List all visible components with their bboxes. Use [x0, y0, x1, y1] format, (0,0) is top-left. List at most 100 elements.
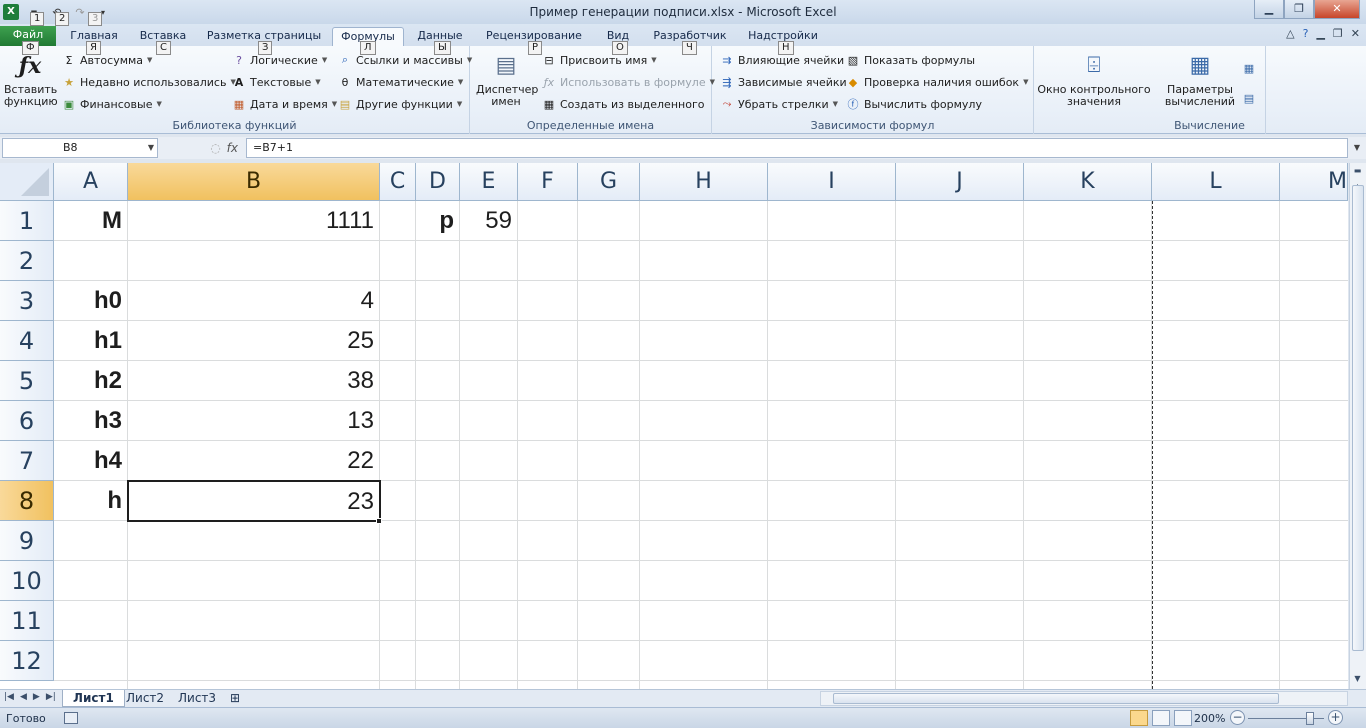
zoom-out-button[interactable]: − — [1230, 710, 1245, 725]
last-sheet-icon[interactable]: ▶| — [46, 692, 56, 702]
vertical-scroll-thumb[interactable] — [1352, 185, 1364, 651]
cell-e1[interactable]: 59 — [460, 201, 518, 241]
formula-input[interactable]: =B7+1 — [246, 138, 1348, 158]
horizontal-scroll-thumb[interactable] — [833, 693, 1279, 704]
doc-minimize-icon[interactable]: ▁ — [1316, 27, 1324, 40]
cell-b3[interactable]: 4 — [128, 281, 380, 321]
more-functions-button[interactable]: ▤ Другие функции ▼ — [338, 94, 462, 114]
cell-a7[interactable]: h4 — [54, 441, 128, 481]
zoom-slider-thumb[interactable] — [1306, 712, 1314, 725]
column-header-e[interactable]: E — [460, 163, 518, 201]
next-sheet-icon[interactable]: ▶ — [33, 692, 40, 702]
error-checking-button[interactable]: ◆ Проверка наличия ошибок ▼ — [846, 72, 1029, 92]
fx-button[interactable]: fx — [227, 141, 238, 155]
calculate-sheet-button[interactable]: ▤ — [1242, 88, 1256, 108]
recent-functions-button[interactable]: ★ Недавно использовались ▼ — [62, 72, 236, 92]
cell-b8-active[interactable]: 23 — [127, 480, 381, 522]
row-header-11[interactable]: 11 — [0, 601, 54, 641]
maximize-button[interactable]: ❐ — [1284, 0, 1314, 19]
row-header-2[interactable]: 2 — [0, 241, 54, 281]
cell-b5[interactable]: 38 — [128, 361, 380, 401]
remove-arrows-button[interactable]: ⤳ Убрать стрелки ▼ — [720, 94, 838, 114]
column-header-a[interactable]: A — [54, 163, 128, 201]
datetime-functions-button[interactable]: ▦ Дата и время ▼ — [232, 94, 337, 114]
column-header-g[interactable]: G — [578, 163, 640, 201]
row-header-4[interactable]: 4 — [0, 321, 54, 361]
column-header-f[interactable]: F — [518, 163, 578, 201]
insert-function-button[interactable]: ƒx Вставить функцию — [4, 50, 58, 108]
column-header-b[interactable]: B — [128, 163, 380, 201]
macro-record-icon[interactable] — [64, 712, 78, 724]
more-functions-icon: ▤ — [339, 97, 351, 111]
close-button[interactable]: ✕ — [1314, 0, 1360, 19]
cell-a8[interactable]: h — [54, 481, 128, 521]
split-box-icon[interactable]: ▬ — [1350, 163, 1365, 179]
doc-restore-icon[interactable]: ❐ — [1333, 27, 1343, 40]
cell-d1[interactable]: p — [416, 201, 460, 241]
sheet-tab-3[interactable]: Лист3 — [168, 690, 226, 707]
select-all-corner[interactable] — [0, 163, 54, 201]
column-header-j[interactable]: J — [896, 163, 1024, 201]
help-icon[interactable]: ? — [1303, 27, 1309, 40]
column-header-m[interactable]: M — [1280, 163, 1348, 201]
use-in-formula-button[interactable]: ƒx Использовать в формуле ▼ — [542, 72, 715, 92]
fill-handle[interactable] — [376, 518, 382, 524]
row-header-1[interactable]: 1 — [0, 201, 54, 241]
expand-formula-bar-icon[interactable]: ▼ — [1350, 138, 1364, 158]
row-header-8[interactable]: 8 — [0, 481, 54, 521]
logical-functions-button[interactable]: ? Логические ▼ — [232, 50, 327, 70]
text-functions-button[interactable]: A Текстовые ▼ — [232, 72, 321, 92]
calculate-now-icon: ▦ — [1243, 61, 1255, 75]
vertical-scrollbar[interactable]: ▬ ▲ ▼ — [1349, 163, 1366, 689]
name-manager-button[interactable]: ▤ Диспетчер имен — [476, 50, 538, 108]
row-header-5[interactable]: 5 — [0, 361, 54, 401]
sheet-tab-2[interactable]: Лист2 — [116, 690, 174, 707]
define-name-button[interactable]: ⊟ Присвоить имя ▼ — [542, 50, 656, 70]
column-header-h[interactable]: H — [640, 163, 768, 201]
calculate-now-button[interactable]: ▦ — [1242, 58, 1256, 78]
zoom-in-button[interactable]: + — [1328, 710, 1343, 725]
cell-a6[interactable]: h3 — [54, 401, 128, 441]
calculation-options-button[interactable]: ▦ Параметры вычислений — [1158, 50, 1242, 108]
column-header-c[interactable]: C — [380, 163, 416, 201]
row-header-3[interactable]: 3 — [0, 281, 54, 321]
normal-view-button[interactable] — [1130, 710, 1148, 726]
cell-b6[interactable]: 13 — [128, 401, 380, 441]
cell-a4[interactable]: h1 — [54, 321, 128, 361]
cell-b7[interactable]: 22 — [128, 441, 380, 481]
scroll-down-icon[interactable]: ▼ — [1350, 671, 1365, 687]
cell-b4[interactable]: 25 — [128, 321, 380, 361]
row-header-7[interactable]: 7 — [0, 441, 54, 481]
name-box[interactable]: B8 ▼ — [2, 138, 158, 158]
zoom-level[interactable]: 200% — [1194, 712, 1225, 725]
cell-a1[interactable]: M — [54, 201, 128, 241]
create-from-selection-button[interactable]: ▦ Создать из выделенного — [542, 94, 705, 114]
evaluate-formula-button[interactable]: ⓕ Вычислить формулу — [846, 94, 982, 114]
insert-sheet-icon[interactable]: ⊞ — [224, 690, 246, 707]
cell-a3[interactable]: h0 — [54, 281, 128, 321]
row-header-6[interactable]: 6 — [0, 401, 54, 441]
row-header-12[interactable]: 12 — [0, 641, 54, 681]
column-header-k[interactable]: K — [1024, 163, 1152, 201]
horizontal-scrollbar[interactable] — [820, 691, 1348, 706]
financial-functions-button[interactable]: ▣ Финансовые ▼ — [62, 94, 162, 114]
lookup-functions-button[interactable]: ⌕ Ссылки и массивы ▼ — [338, 50, 472, 70]
autosum-button[interactable]: Σ Автосумма ▼ — [62, 50, 153, 70]
column-header-l[interactable]: L — [1152, 163, 1280, 201]
show-formulas-button[interactable]: ▧ Показать формулы — [846, 50, 975, 70]
doc-close-icon[interactable]: ✕ — [1351, 27, 1360, 40]
row-header-10[interactable]: 10 — [0, 561, 54, 601]
column-header-d[interactable]: D — [416, 163, 460, 201]
page-break-view-button[interactable] — [1174, 710, 1192, 726]
trace-dependents-button[interactable]: ⇶ Зависимые ячейки — [720, 72, 846, 92]
column-header-i[interactable]: I — [768, 163, 896, 201]
math-functions-button[interactable]: θ Математические ▼ — [338, 72, 464, 92]
minimize-button[interactable]: ▁ — [1254, 0, 1284, 19]
row-header-9[interactable]: 9 — [0, 521, 54, 561]
page-layout-view-button[interactable] — [1152, 710, 1170, 726]
first-sheet-icon[interactable]: |◀ — [4, 692, 14, 702]
minimize-ribbon-icon[interactable]: △ — [1286, 27, 1294, 40]
cell-b1[interactable]: 1111 — [128, 201, 380, 241]
cell-a5[interactable]: h2 — [54, 361, 128, 401]
prev-sheet-icon[interactable]: ◀ — [20, 692, 27, 702]
